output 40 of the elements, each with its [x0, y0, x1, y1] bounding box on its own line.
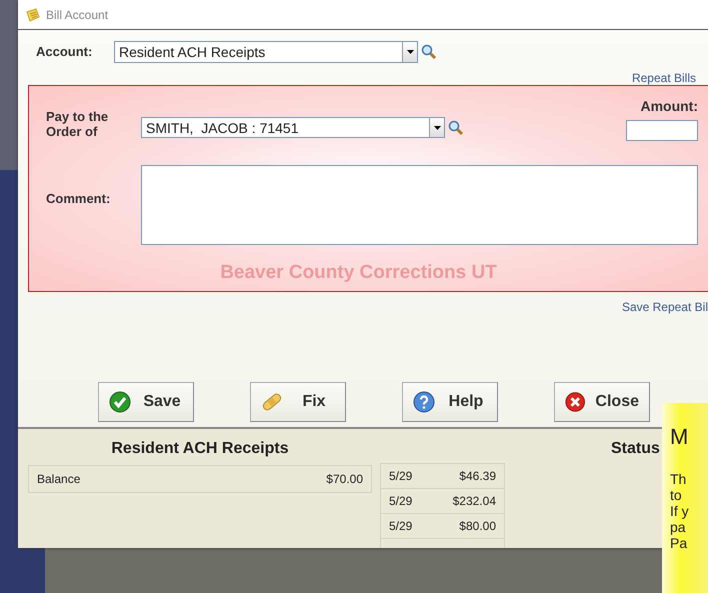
table-cell-text: $80.00 [459, 518, 496, 535]
field-label: Pay to the Order of [46, 108, 110, 141]
payee-dropdown[interactable]: SMITH, JACOB : 71451 [141, 117, 445, 138]
fix-button[interactable]: Fix [250, 382, 346, 422]
note-text: to [670, 487, 683, 503]
field-label: Comment: [46, 190, 112, 208]
comment-field[interactable] [140, 165, 698, 246]
table-cell-text: 5/29 [389, 493, 412, 510]
window-title: Bill Account [46, 6, 108, 24]
caret-icon [434, 126, 440, 130]
facility-name: Beaver County Corrections UT [220, 261, 497, 286]
account-dropdown[interactable]: Resident ACH Receipts [114, 41, 418, 63]
search-icon[interactable] [448, 120, 464, 136]
save-repeat-bills-link[interactable]: Save Repeat Bil [622, 298, 708, 316]
search-icon[interactable] [421, 44, 438, 60]
note-text: Pa [670, 535, 688, 551]
table-cell-text: $232.04 [452, 493, 496, 510]
close-button[interactable]: Close [554, 382, 650, 422]
account-summary-title: Resident ACH Receipts [110, 439, 290, 459]
field-label: Amount: [640, 97, 698, 116]
note-text: pa [670, 519, 687, 535]
close-icon [565, 391, 586, 413]
amount-field[interactable] [626, 120, 698, 142]
field-label: Account: [36, 43, 94, 62]
table-cell-text: 5/29 [389, 518, 412, 535]
repeat-bills-link[interactable]: Repeat Bills [632, 69, 696, 85]
notepad-icon [26, 8, 40, 22]
table-cell-text: $46.39 [459, 468, 496, 485]
check-icon [109, 391, 131, 413]
note-text: Th [670, 471, 688, 487]
status-label: Status [611, 440, 660, 457]
save-button[interactable]: Save [98, 382, 194, 422]
table-cell-text: $70.00 [326, 471, 363, 488]
help-icon [413, 391, 435, 413]
table-cell-text: 5/29 [389, 468, 412, 485]
caret-icon [406, 50, 414, 54]
table-cell-text: Balance [37, 471, 80, 488]
note-text: If y [670, 503, 690, 519]
help-button[interactable]: Help [402, 382, 498, 422]
note-title: M [670, 425, 690, 449]
